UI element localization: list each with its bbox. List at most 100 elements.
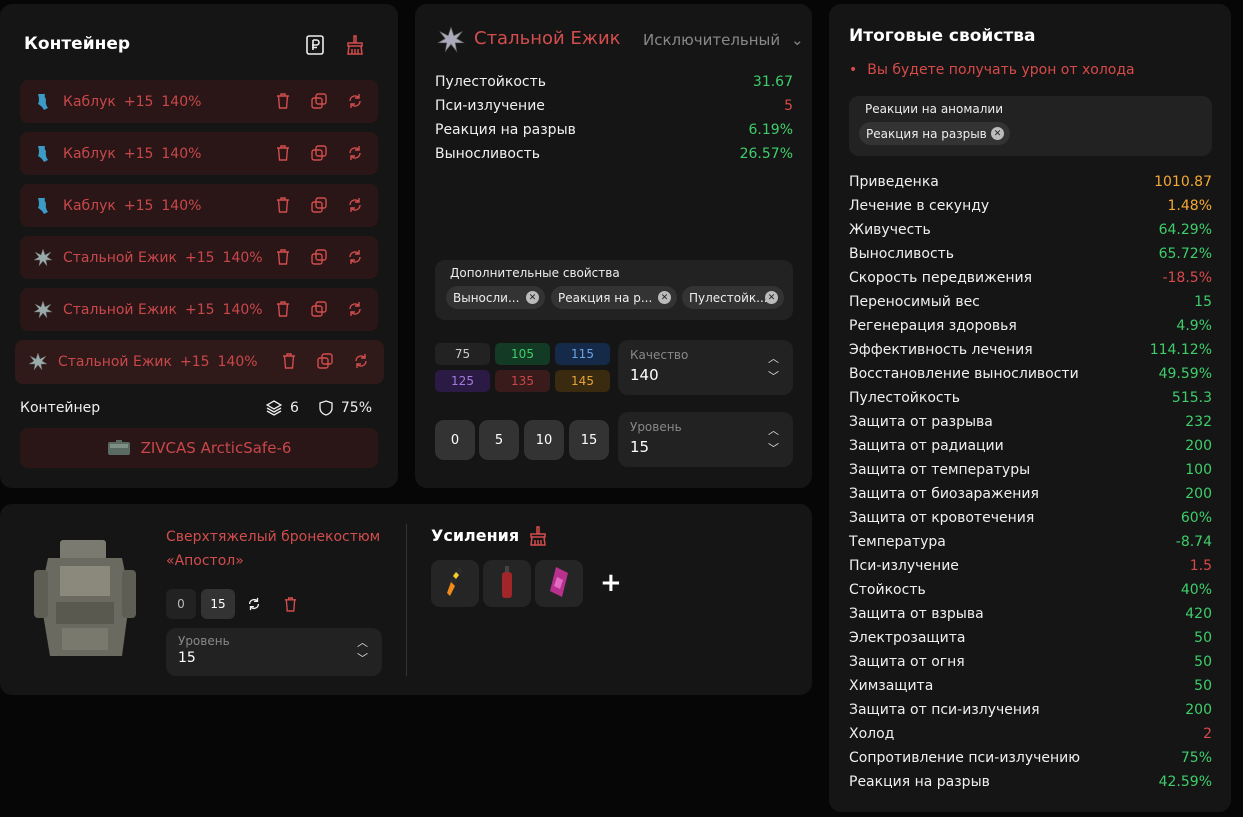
chevron-down-icon[interactable]: ﹀ <box>768 368 779 384</box>
refresh-icon[interactable] <box>346 92 364 110</box>
broom-icon[interactable] <box>528 526 548 546</box>
level-button[interactable]: 5 <box>479 420 519 460</box>
total-row: Живучесть 64.29% <box>849 222 1212 238</box>
chevron-down-icon[interactable]: ﹀ <box>357 650 368 666</box>
add-boost-button[interactable]: + <box>600 568 622 598</box>
chevron-up-icon[interactable]: ︿ <box>768 350 779 366</box>
armor-level-min-button[interactable]: 0 <box>166 589 196 619</box>
total-row: Реакция на разрыв 42.59% <box>849 774 1212 790</box>
level-label: Уровень <box>630 420 682 434</box>
trash-icon[interactable] <box>280 589 300 619</box>
total-row: Эффективность лечения 114.12% <box>849 342 1212 358</box>
ruble-icon[interactable] <box>304 34 326 56</box>
armor-level-current-button[interactable]: 15 <box>201 589 235 619</box>
quality-button[interactable]: 145 <box>555 370 610 392</box>
trash-icon[interactable] <box>274 248 292 266</box>
container-slot[interactable]: Стальной Ежик +15 140% <box>20 236 378 279</box>
total-label: Сопротивление пси-излучению <box>849 750 1081 766</box>
refresh-icon[interactable] <box>346 196 364 214</box>
refresh-icon[interactable] <box>346 248 364 266</box>
level-button[interactable]: 10 <box>524 420 564 460</box>
level-button[interactable]: 0 <box>435 420 475 460</box>
extra-chip[interactable]: Выносли... ✕ <box>446 286 545 309</box>
copy-icon[interactable] <box>310 196 328 214</box>
refresh-icon[interactable] <box>244 589 264 619</box>
slot-name: Каблук <box>63 197 116 214</box>
quality-button[interactable]: 115 <box>555 343 610 365</box>
refresh-icon[interactable] <box>346 144 364 162</box>
total-label: Эффективность лечения <box>849 342 1033 358</box>
container-slot-selected[interactable]: Стальной Ежик +15 140% <box>15 340 384 384</box>
rarity-dropdown[interactable]: Исключительный ⌄ <box>643 31 804 49</box>
container-select-button[interactable]: ZIVCAS ArcticSafe-6 <box>20 428 378 468</box>
quality-button[interactable]: 125 <box>435 370 490 392</box>
quality-stepper[interactable]: Качество 140 ︿ ﹀ <box>618 340 793 395</box>
total-value: 1010.87 <box>1154 174 1212 190</box>
total-row: Восстановление выносливости 49.59% <box>849 366 1212 382</box>
boost-slot[interactable] <box>535 560 583 607</box>
trash-icon[interactable] <box>274 92 292 110</box>
total-row: Защита от пси-излучения 200 <box>849 702 1212 718</box>
copy-icon[interactable] <box>316 352 334 370</box>
total-value: 50 <box>1194 630 1212 646</box>
quality-label: Качество <box>630 348 689 362</box>
rarity-value: Исключительный <box>643 31 781 49</box>
total-value: 200 <box>1185 438 1212 454</box>
slot-percent: 140% <box>217 354 258 370</box>
copy-icon[interactable] <box>310 248 328 266</box>
total-label: Реакция на разрыв <box>849 774 990 790</box>
kabluk-artifact-icon <box>32 91 54 113</box>
total-label: Электрозащита <box>849 630 966 646</box>
extra-chip[interactable]: Пулестойк... ✕ <box>682 286 784 309</box>
boost-slot[interactable] <box>431 560 479 607</box>
level-stepper[interactable]: Уровень 15 ︿ ﹀ <box>618 412 793 467</box>
boost-slot[interactable] <box>483 560 531 607</box>
total-value: 65.72% <box>1158 246 1212 262</box>
total-row: Защита от кровотечения 60% <box>849 510 1212 526</box>
anomaly-reactions-box[interactable]: Реакции на аномалии Реакция на разрыв ✕ <box>849 96 1212 156</box>
total-row: Регенерация здоровья 4.9% <box>849 318 1212 334</box>
slot-level: +15 <box>123 145 154 162</box>
trash-icon[interactable] <box>280 352 298 370</box>
extra-properties-box[interactable]: Дополнительные свойства Выносли... ✕ Реак… <box>435 260 793 320</box>
close-icon[interactable]: ✕ <box>765 291 778 304</box>
container-title: Контейнер <box>24 34 131 54</box>
copy-icon[interactable] <box>310 300 328 318</box>
chevron-up-icon[interactable]: ︿ <box>357 634 368 650</box>
total-value: 60% <box>1180 510 1212 526</box>
container-case-icon <box>107 439 131 457</box>
trash-icon[interactable] <box>274 300 292 318</box>
armor-image <box>30 536 140 666</box>
anomaly-chip[interactable]: Реакция на разрыв ✕ <box>859 122 1010 145</box>
container-slot[interactable]: Стальной Ежик +15 140% <box>20 288 378 331</box>
broom-icon[interactable] <box>344 34 366 56</box>
quality-button[interactable]: 135 <box>495 370 550 392</box>
close-icon[interactable]: ✕ <box>991 127 1004 140</box>
trash-icon[interactable] <box>274 196 292 214</box>
total-row: Защита от биозаражения 200 <box>849 486 1212 502</box>
level-button[interactable]: 15 <box>569 420 609 460</box>
container-slot[interactable]: Каблук +15 140% <box>20 132 378 175</box>
slot-level: +15 <box>185 249 215 266</box>
quality-button[interactable]: 105 <box>495 343 550 365</box>
copy-icon[interactable] <box>310 144 328 162</box>
extra-chip[interactable]: Реакция на р... ✕ <box>551 286 677 309</box>
close-icon[interactable]: ✕ <box>526 291 539 304</box>
ezhik-artifact-icon <box>32 247 54 269</box>
refresh-icon[interactable] <box>346 300 364 318</box>
close-icon[interactable]: ✕ <box>658 291 671 304</box>
trash-icon[interactable] <box>274 144 292 162</box>
armor-level-stepper[interactable]: Уровень 15 ︿ ﹀ <box>166 628 382 676</box>
anomaly-label: Реакции на аномалии <box>865 102 1004 116</box>
quality-button[interactable]: 75 <box>435 343 490 365</box>
quality-value: 140 <box>630 366 659 384</box>
total-value: 515.3 <box>1171 390 1212 406</box>
container-slot[interactable]: Каблук +15 140% <box>20 184 378 227</box>
total-label: Восстановление выносливости <box>849 366 1079 382</box>
refresh-icon[interactable] <box>352 352 370 370</box>
chevron-down-icon[interactable]: ﹀ <box>768 440 779 456</box>
copy-icon[interactable] <box>310 92 328 110</box>
slot-name: Стальной Ежик <box>58 354 172 370</box>
chevron-up-icon[interactable]: ︿ <box>768 422 779 438</box>
container-slot[interactable]: Каблук +15 140% <box>20 80 378 123</box>
